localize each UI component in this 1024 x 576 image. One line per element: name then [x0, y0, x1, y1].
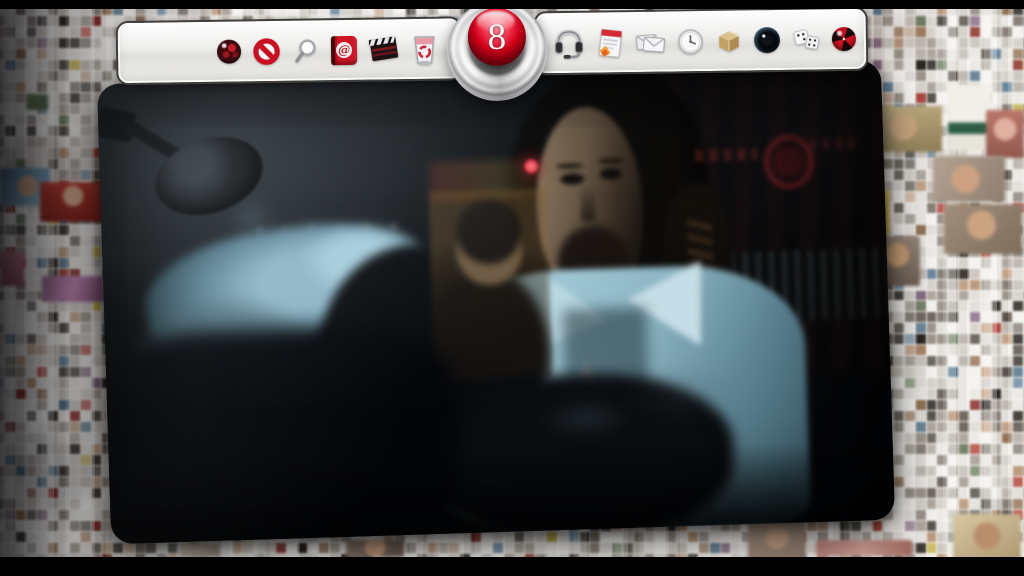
screen: @: [0, 0, 1024, 576]
